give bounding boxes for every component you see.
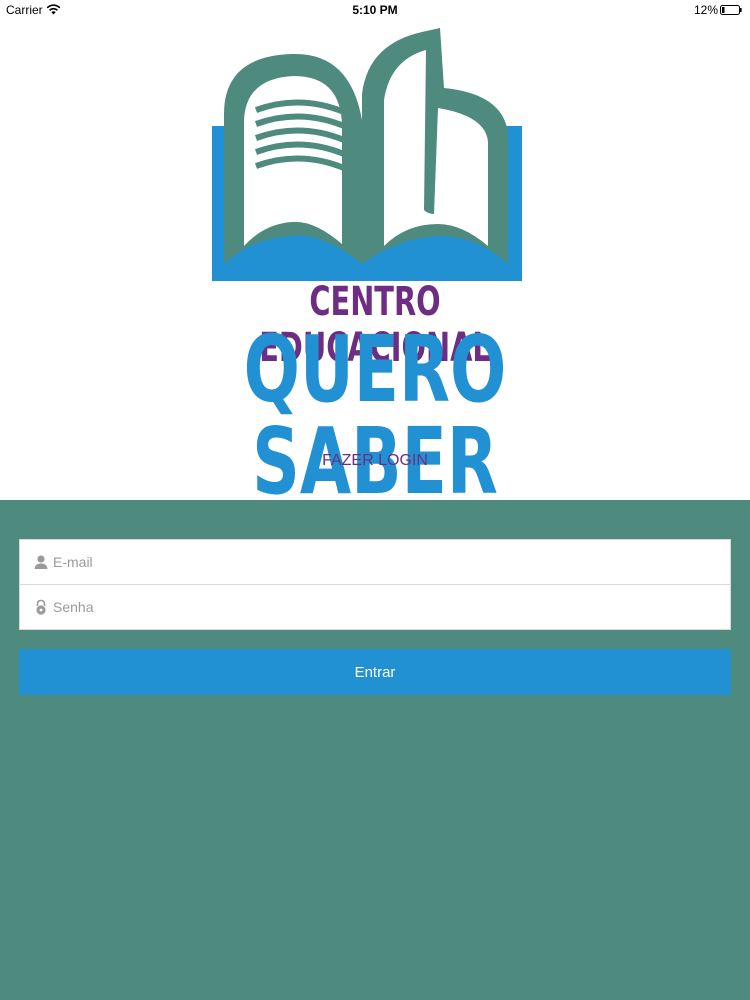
login-title: FAZER LOGIN	[322, 452, 428, 469]
battery-icon	[720, 5, 742, 15]
clock: 5:10 PM	[352, 3, 398, 17]
login-form	[19, 539, 731, 630]
password-field	[20, 585, 730, 630]
password-input[interactable]	[53, 593, 713, 621]
login-button[interactable]: Entrar	[19, 649, 731, 695]
user-icon	[34, 555, 48, 569]
app-logo: CENTRO EDUCACIONAL QUERO SABER	[140, 24, 610, 508]
battery-percentage: 12%	[693, 3, 718, 17]
email-field	[20, 540, 730, 585]
logo-title-line2: QUERO SABER	[243, 316, 507, 515]
status-bar: Carrier 5:10 PM 12%	[0, 0, 750, 20]
lock-icon	[36, 599, 46, 615]
email-input[interactable]	[53, 548, 713, 576]
book-icon	[212, 28, 522, 281]
